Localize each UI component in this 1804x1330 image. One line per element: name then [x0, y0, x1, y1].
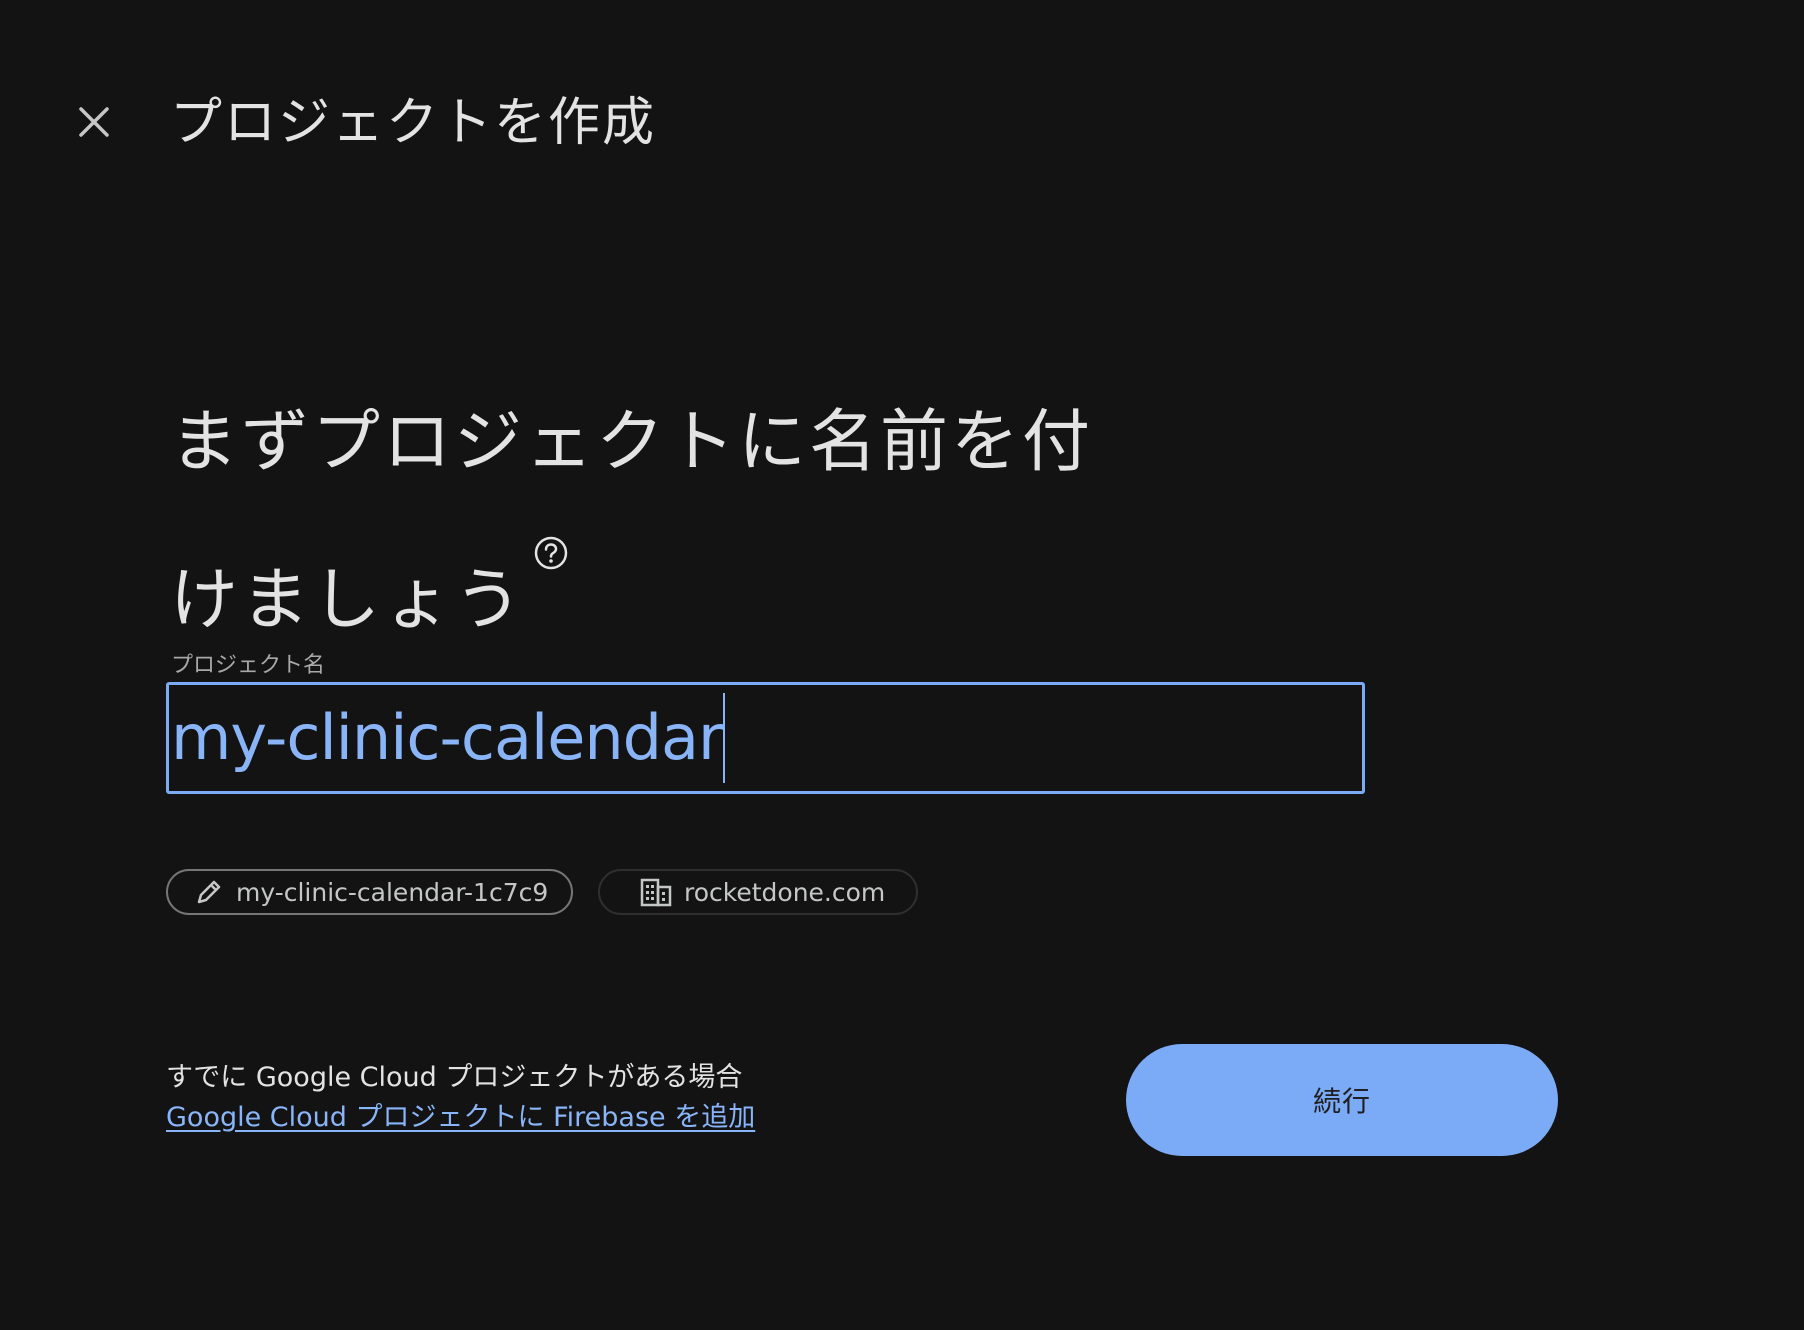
building-icon [640, 877, 672, 907]
page-title: プロジェクトを作成 [170, 93, 657, 153]
organization-chip: rocketdone.com [598, 869, 918, 915]
close-button[interactable] [70, 100, 118, 148]
existing-project-text: すでに Google Cloud プロジェクトがある場合 [166, 1062, 743, 1093]
project-id-chip[interactable]: my-clinic-calendar-1c7c9 [166, 869, 573, 915]
pencil-icon [194, 877, 224, 907]
heading-text: まずプロジェクトに名前を付けましょう [170, 403, 1094, 640]
create-project-page: プロジェクトを作成 まずプロジェクトに名前を付けましょう プロジェクト名 my-… [0, 0, 1804, 1330]
project-id-label: my-clinic-calendar-1c7c9 [236, 877, 549, 907]
close-icon [77, 105, 111, 143]
add-firebase-link[interactable]: Google Cloud プロジェクトに Firebase を追加 [166, 1100, 755, 1136]
text-caret [723, 693, 726, 783]
project-name-input[interactable]: my-clinic-calendar [166, 682, 1365, 794]
name-project-heading: まずプロジェクトに名前を付けましょう [170, 390, 1130, 654]
help-circle-icon[interactable] [533, 496, 569, 602]
project-name-label: プロジェクト名 [171, 653, 326, 678]
project-name-value: my-clinic-calendar [171, 701, 723, 774]
continue-button[interactable]: 続行 [1126, 1044, 1558, 1156]
organization-label: rocketdone.com [684, 877, 886, 907]
